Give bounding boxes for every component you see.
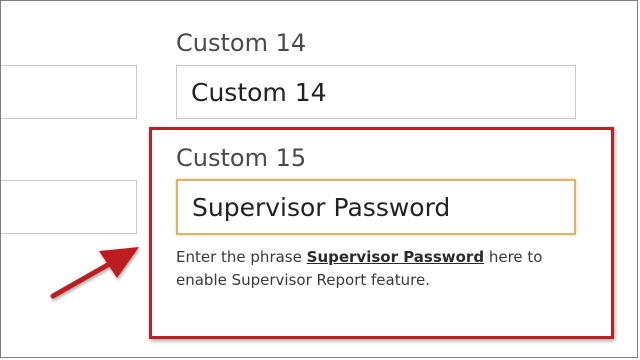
- left-field-top[interactable]: [1, 65, 137, 119]
- help-prefix: Enter the phrase: [176, 248, 302, 266]
- custom-14-input[interactable]: [176, 65, 576, 119]
- left-field-bottom[interactable]: [1, 180, 137, 234]
- help-text: Enter the phrase Supervisor Password her…: [176, 246, 556, 292]
- screenshot-frame: Custom 14 Custom 15 Enter the phrase Sup…: [0, 0, 638, 358]
- custom-15-label: Custom 15: [176, 144, 307, 172]
- help-emphasis: Supervisor Password: [306, 248, 485, 266]
- custom-14-label: Custom 14: [176, 29, 307, 57]
- custom-15-input[interactable]: [176, 179, 576, 235]
- arrow-icon: [50, 247, 139, 299]
